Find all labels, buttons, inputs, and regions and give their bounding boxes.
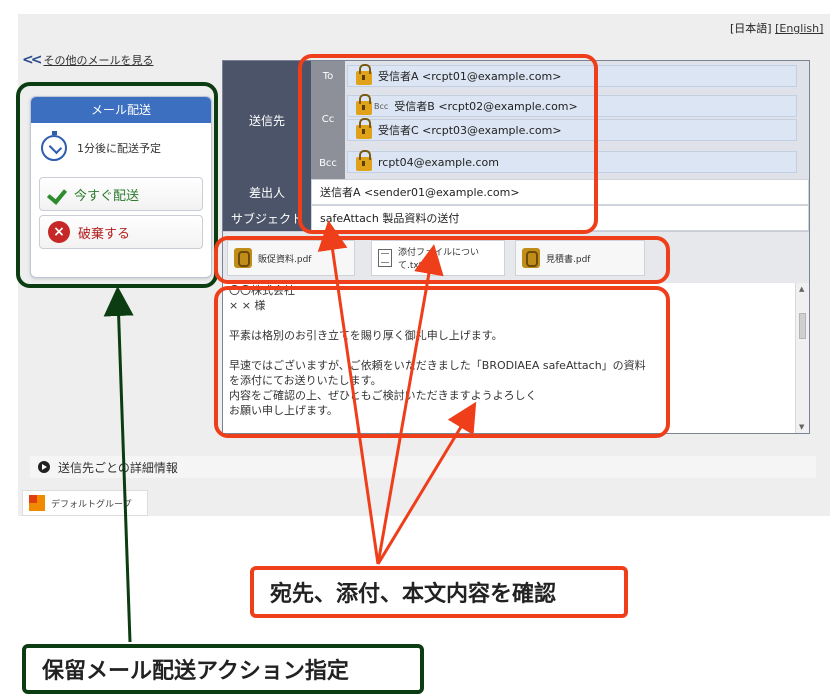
callout-check-content: 宛先、添付、本文内容を確認 bbox=[250, 566, 628, 618]
arrow-to-action-panel bbox=[103, 286, 134, 643]
callout-action: 保留メール配送アクション指定 bbox=[22, 644, 424, 694]
arrow-to-header bbox=[317, 220, 380, 565]
red-arrow-group bbox=[317, 220, 477, 565]
